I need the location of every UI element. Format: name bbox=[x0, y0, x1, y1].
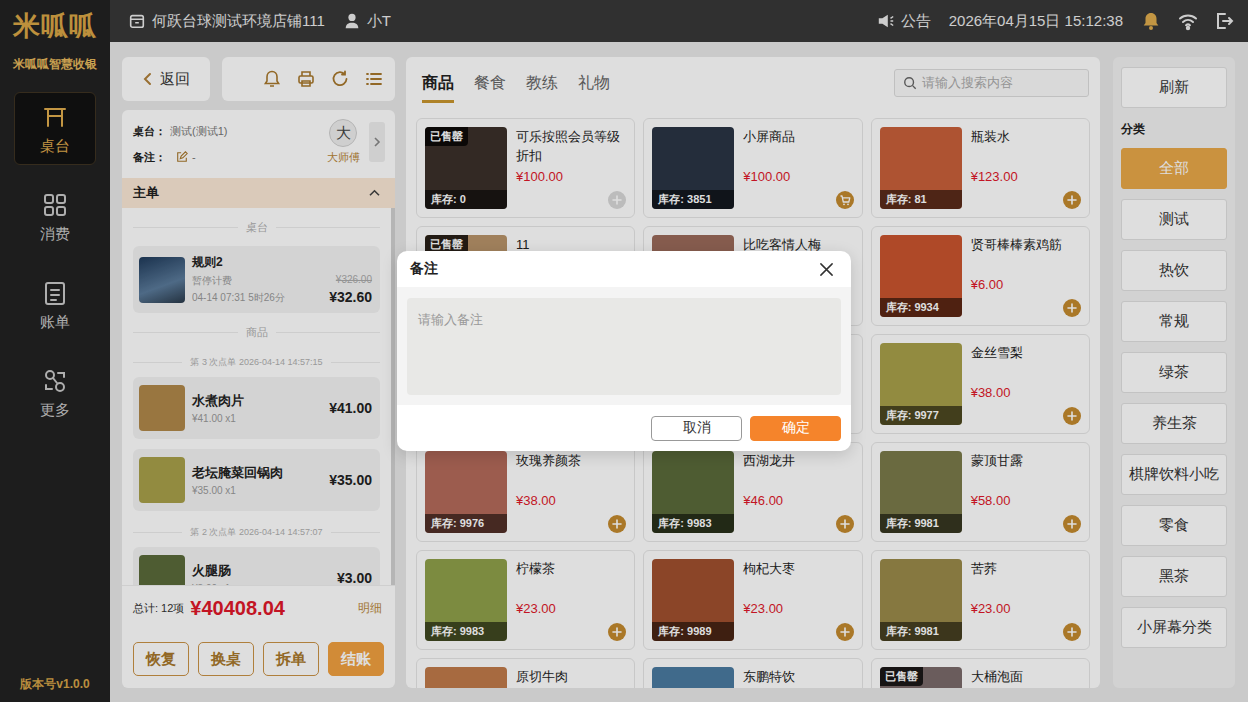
cancel-button[interactable]: 取消 bbox=[651, 416, 742, 441]
close-icon[interactable] bbox=[819, 262, 834, 277]
dialog-body bbox=[397, 287, 851, 405]
confirm-button[interactable]: 确定 bbox=[750, 416, 841, 441]
note-input[interactable] bbox=[407, 298, 841, 395]
dialog-title: 备注 bbox=[410, 260, 438, 278]
modal-overlay[interactable]: 备注取消确定 bbox=[0, 0, 1248, 702]
note-dialog: 备注取消确定 bbox=[397, 251, 851, 451]
dialog-header: 备注 bbox=[397, 251, 851, 287]
app-root: 米呱呱米呱呱智慧收银桌台消费账单更多版本号v1.0.0何跃台球测试环境店铺111… bbox=[0, 0, 1248, 702]
dialog-footer: 取消确定 bbox=[397, 405, 851, 451]
